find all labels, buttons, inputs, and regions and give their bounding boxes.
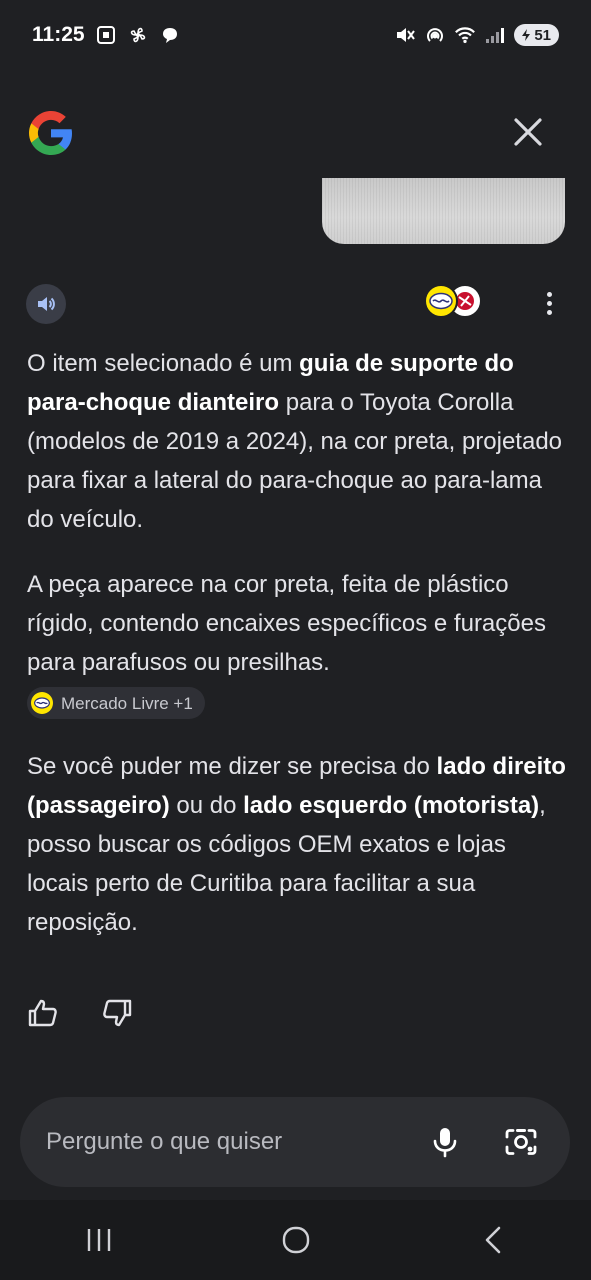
microphone-icon xyxy=(433,1128,457,1158)
sources-button[interactable] xyxy=(424,284,484,320)
thumbs-up-button[interactable] xyxy=(26,996,60,1030)
chat-bubble-icon xyxy=(159,24,181,46)
close-button[interactable] xyxy=(506,110,550,154)
status-time: 11:25 xyxy=(32,23,85,46)
more-vert-icon xyxy=(546,291,552,297)
speaker-icon xyxy=(38,297,55,311)
uploaded-image-thumbnail[interactable] xyxy=(322,178,565,244)
recent-apps-icon xyxy=(87,1229,110,1251)
prompt-input[interactable]: Pergunte o que quiser xyxy=(46,1128,422,1156)
recent-apps-button[interactable] xyxy=(59,1210,139,1270)
response-paragraph-3: Se você puder me dizer se precisa do lad… xyxy=(27,753,566,936)
mute-icon xyxy=(394,24,416,46)
battery-indicator: 51 xyxy=(514,24,559,46)
mercado-livre-icon xyxy=(31,692,53,714)
wifi-icon xyxy=(454,24,476,46)
battery-icon xyxy=(522,29,531,41)
source-chip-label: Mercado Livre +1 xyxy=(61,693,193,713)
back-button[interactable] xyxy=(453,1210,533,1270)
response-paragraph-2: A peça aparece na cor preta, feita de pl… xyxy=(27,571,546,676)
status-bar: 11:25 51 xyxy=(0,0,591,70)
ai-response: O item selecionado é um guia de suporte … xyxy=(27,344,567,942)
lens-camera-icon xyxy=(505,1129,537,1155)
google-lens-button[interactable] xyxy=(498,1119,544,1165)
prompt-input-bar[interactable]: Pergunte o que quiser xyxy=(20,1097,570,1187)
back-icon xyxy=(485,1226,500,1254)
feedback-row xyxy=(26,996,134,1030)
thumbs-down-button[interactable] xyxy=(100,996,134,1030)
more-options-button[interactable] xyxy=(534,288,564,318)
source-chip[interactable]: Mercado Livre +1 xyxy=(27,687,205,719)
hotspot-icon xyxy=(424,24,446,46)
google-g-logo xyxy=(26,108,76,158)
system-navigation-bar xyxy=(0,1200,591,1280)
thumbs-down-icon xyxy=(103,999,132,1027)
home-button[interactable] xyxy=(256,1210,336,1270)
thumbs-up-icon xyxy=(28,999,57,1027)
voice-input-button[interactable] xyxy=(422,1119,468,1165)
read-aloud-button[interactable] xyxy=(26,284,66,324)
pinwheel-icon xyxy=(127,24,149,46)
close-icon xyxy=(514,118,542,146)
response-paragraph-1: O item selecionado é um guia de suporte … xyxy=(27,350,563,533)
signal-icon xyxy=(484,24,506,46)
home-icon xyxy=(282,1226,309,1254)
battery-level: 51 xyxy=(534,26,551,44)
screenshot-icon xyxy=(95,24,117,46)
mercado-livre-favicon xyxy=(424,284,458,318)
